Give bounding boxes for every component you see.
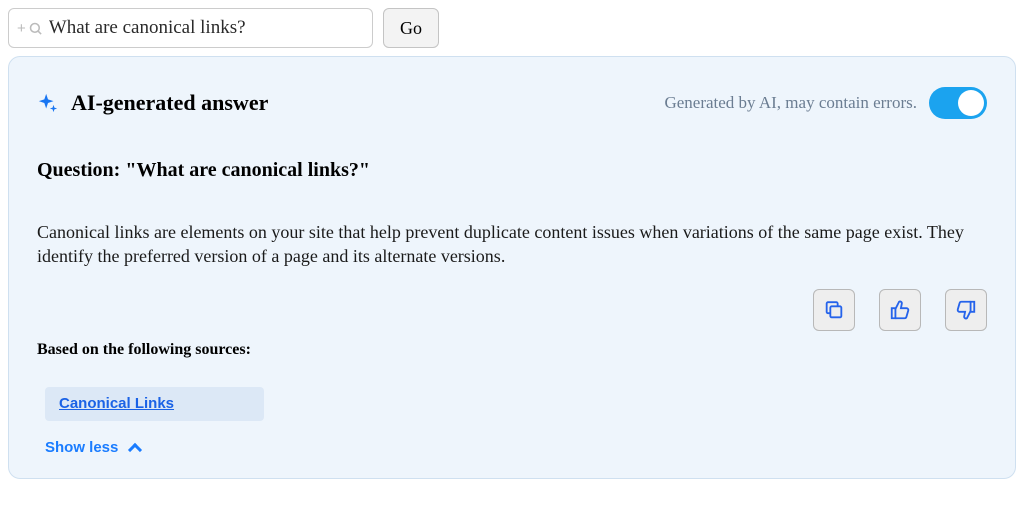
go-button[interactable]: Go: [383, 8, 439, 48]
ai-answer-toggle[interactable]: [929, 87, 987, 119]
search-input-wrap[interactable]: +: [8, 8, 373, 48]
thumbs-down-button[interactable]: [945, 289, 987, 331]
thumbs-down-icon: [955, 299, 977, 321]
question-text: "What are canonical links?": [125, 159, 370, 181]
sparkle-icon: [37, 92, 59, 114]
feedback-actions: [37, 289, 987, 331]
show-less-label: Show less: [45, 439, 118, 456]
sources-label: Based on the following sources:: [37, 341, 987, 359]
source-chip[interactable]: Canonical Links: [45, 387, 264, 421]
thumbs-up-icon: [889, 299, 911, 321]
panel-title: AI-generated answer: [71, 90, 268, 116]
copy-button[interactable]: [813, 289, 855, 331]
ai-disclaimer: Generated by AI, may contain errors.: [664, 93, 917, 113]
search-input[interactable]: [49, 17, 364, 39]
copy-icon: [823, 299, 845, 321]
ai-answer-text: Canonical links are elements on your sit…: [37, 220, 987, 269]
search-bar: + Go: [8, 8, 1016, 48]
ai-answer-panel: AI-generated answer Generated by AI, may…: [8, 56, 1016, 479]
question-prefix: Question:: [37, 159, 125, 181]
add-search-icon: +: [17, 20, 43, 37]
show-less-toggle[interactable]: Show less: [45, 439, 987, 456]
toggle-knob: [958, 90, 984, 116]
question-heading: Question: "What are canonical links?": [37, 159, 987, 182]
source-link[interactable]: Canonical Links: [59, 395, 174, 412]
thumbs-up-button[interactable]: [879, 289, 921, 331]
panel-header: AI-generated answer Generated by AI, may…: [37, 87, 987, 119]
chevron-up-icon: [128, 443, 142, 457]
